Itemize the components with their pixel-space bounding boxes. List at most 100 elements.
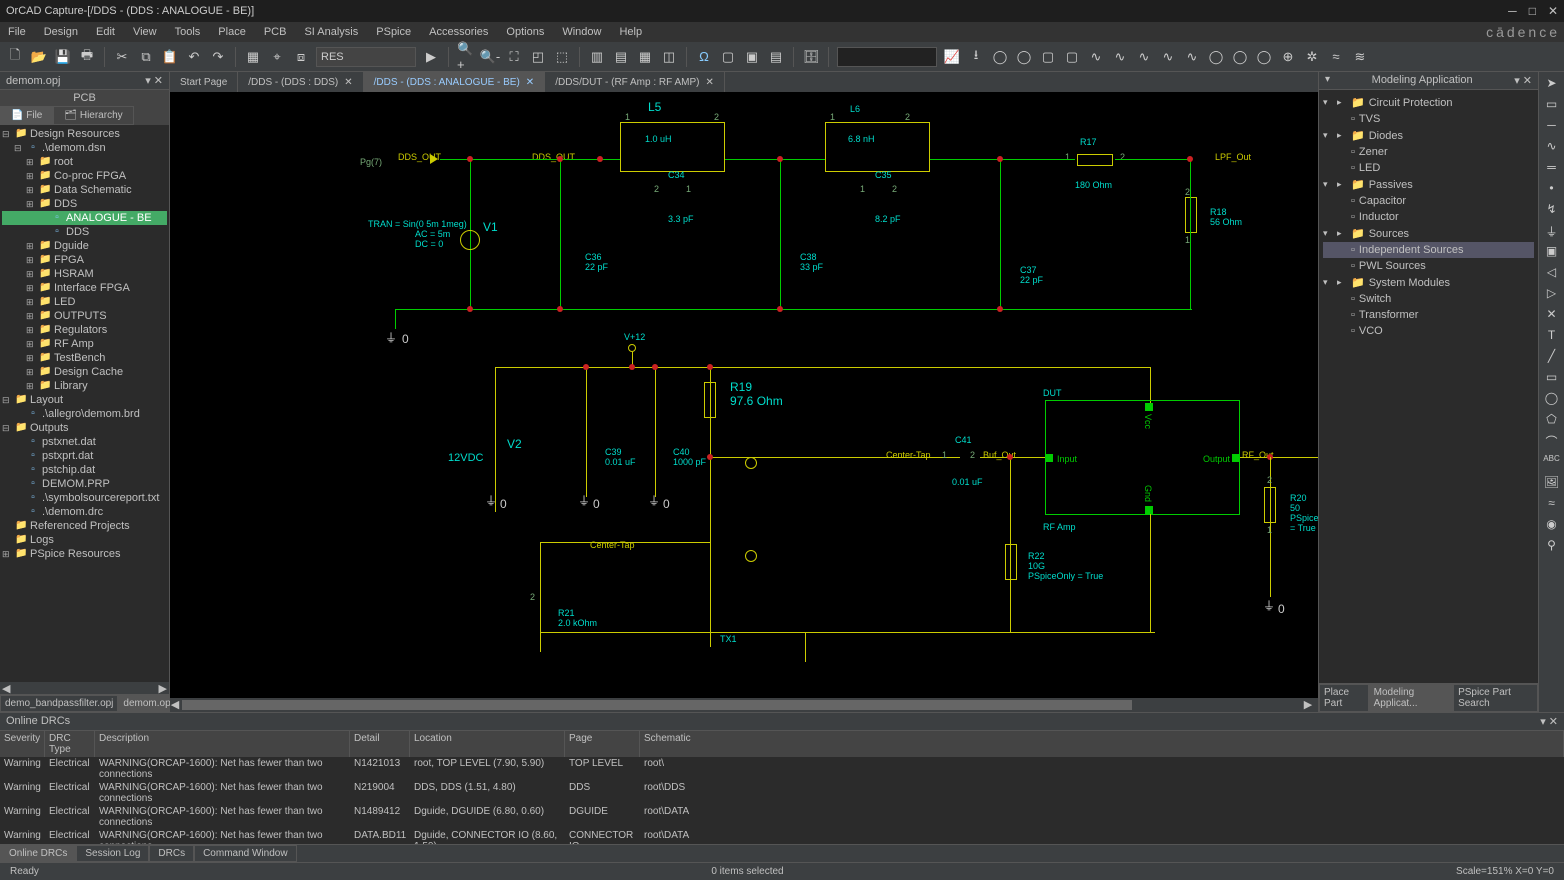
part-place-icon[interactable]: ▭ [1543, 97, 1561, 115]
tree-item[interactable]: ⊟▫.\demom.dsn [2, 141, 167, 155]
h-scrollbar[interactable]: ◀ ▶ ⇔ [170, 698, 1318, 712]
col-location[interactable]: Location [410, 731, 565, 757]
maximize-icon[interactable]: □ [1529, 4, 1536, 18]
bottom-tab[interactable]: Session Log [76, 845, 149, 862]
menu-place[interactable]: Place [214, 26, 250, 38]
tree-item[interactable]: ⊞📁Design Cache [2, 365, 167, 379]
doc1-icon[interactable]: ▢ [719, 48, 737, 66]
menu-file[interactable]: File [4, 26, 30, 38]
close-icon[interactable]: ✕ [1548, 4, 1558, 18]
pic-icon[interactable]: 🖼 [1543, 475, 1561, 493]
o1-icon[interactable]: ◯ [1207, 48, 1225, 66]
tree-item[interactable]: ⊞📁FPGA [2, 253, 167, 267]
menu-pspice[interactable]: PSpice [372, 26, 415, 38]
rp-drop-icon[interactable]: ▾ [1514, 75, 1520, 87]
tree-item[interactable]: ⊞📁Library [2, 379, 167, 393]
tree-item[interactable]: ⊟📁Design Resources [2, 127, 167, 141]
tab-close-icon[interactable]: ✕ [705, 77, 713, 88]
tree-item[interactable]: ⊞📁Regulators [2, 323, 167, 337]
paste-icon[interactable]: 📋 [161, 48, 179, 66]
rp-bottom-tab[interactable]: Modeling Applicat... [1369, 684, 1453, 712]
tree-item[interactable]: ⊞📁OUTPUTS [2, 309, 167, 323]
part-icon[interactable]: ⧈ [292, 48, 310, 66]
horseshoe-icon[interactable]: Ω [695, 48, 713, 66]
o3-icon[interactable]: ◯ [1255, 48, 1273, 66]
tree-item[interactable]: ⊞📁Data Schematic [2, 183, 167, 197]
schematic-canvas[interactable]: Pg(7) DDS_OUT DDS_OUT L5 1.0 uH 1 2 2 1 … [170, 92, 1318, 698]
gnd-icon[interactable]: ⏚ [1543, 223, 1561, 241]
line-icon[interactable]: ╱ [1543, 349, 1561, 367]
rp-category[interactable]: ▾▸📁System Modules [1323, 274, 1534, 291]
doc-tab[interactable]: /DDS - (DDS : ANALOGUE - BE)✕ [364, 72, 546, 92]
tree-item[interactable]: ▫DEMOM.PRP [2, 477, 167, 491]
abc-icon[interactable]: ABC [1543, 454, 1561, 472]
cut-icon[interactable]: ✂ [113, 48, 131, 66]
tree-item[interactable]: ⊞📁HSRAM [2, 267, 167, 281]
t1-icon[interactable]: ⊕ [1279, 48, 1297, 66]
rp-category[interactable]: ▾▸📁Passives [1323, 176, 1534, 193]
bus-icon[interactable]: ═ [1543, 160, 1561, 178]
modeling-tree[interactable]: ▾▸📁Circuit Protection▫TVS▾▸📁Diodes▫Zener… [1319, 90, 1538, 683]
col-page[interactable]: Page [565, 731, 640, 757]
tree-item[interactable]: ⊞📁Dguide [2, 239, 167, 253]
zoom-sel-icon[interactable]: ⬚ [553, 48, 571, 66]
project-tree[interactable]: ⊟📁Design Resources⊟▫.\demom.dsn⊞📁root⊞📁C… [0, 125, 169, 682]
col-type[interactable]: DRC Type [45, 731, 95, 757]
drc-close-icon[interactable]: ✕ [1549, 716, 1558, 728]
grid-icon[interactable]: ▦ [244, 48, 262, 66]
tree-item[interactable]: ▫pstchip.dat [2, 463, 167, 477]
drc-row[interactable]: WarningElectricalWARNING(ORCAP-1600): Ne… [0, 829, 1564, 844]
tree-item[interactable]: ⊟📁Layout [2, 393, 167, 407]
menu-si-analysis[interactable]: SI Analysis [300, 26, 362, 38]
grp1-icon[interactable]: ▥ [588, 48, 606, 66]
grp3-icon[interactable]: ▦ [636, 48, 654, 66]
file-tab[interactable]: 📄 File [0, 106, 53, 125]
pointer-icon[interactable]: ➤ [1543, 76, 1561, 94]
nc-icon[interactable]: ✕ [1543, 307, 1561, 325]
c4-icon[interactable]: ▢ [1063, 48, 1081, 66]
col-schematic[interactable]: Schematic [640, 731, 1564, 757]
junction-icon[interactable]: • [1543, 181, 1561, 199]
poly-icon[interactable]: ⬠ [1543, 412, 1561, 430]
arc-icon[interactable]: ⌒ [1543, 433, 1561, 451]
grp4-icon[interactable]: ◫ [660, 48, 678, 66]
bottom-tab[interactable]: Online DRCs [0, 845, 76, 862]
col-description[interactable]: Description [95, 731, 350, 757]
rp-category[interactable]: ▾▸📁Circuit Protection [1323, 94, 1534, 111]
doc3-icon[interactable]: ▤ [767, 48, 785, 66]
rp-item[interactable]: ▫TVS [1323, 111, 1534, 127]
doc-tab[interactable]: /DDS/DUT - (RF Amp : RF AMP)✕ [545, 72, 725, 92]
grp2-icon[interactable]: ▤ [612, 48, 630, 66]
menu-help[interactable]: Help [615, 26, 646, 38]
tree-item[interactable]: ⊞📁DDS [2, 197, 167, 211]
menu-window[interactable]: Window [558, 26, 605, 38]
zoom-in-icon[interactable]: 🔍+ [457, 48, 475, 66]
rp-item[interactable]: ▫Capacitor [1323, 193, 1534, 209]
project-foot-tab[interactable]: demo_bandpassfilter.opj [0, 695, 118, 712]
undo-icon[interactable]: ↶ [185, 48, 203, 66]
tree-item[interactable]: ⊞📁Co-proc FPGA [2, 169, 167, 183]
c2-icon[interactable]: ◯ [1015, 48, 1033, 66]
menu-edit[interactable]: Edit [92, 26, 119, 38]
part-dropdown[interactable]: RES [316, 47, 416, 67]
scroll-right-icon[interactable]: ▶ [159, 682, 167, 694]
rp-item[interactable]: ▫Independent Sources [1323, 242, 1534, 258]
scroll-left-icon[interactable]: ◀ [2, 682, 10, 694]
drc-row[interactable]: WarningElectricalWARNING(ORCAP-1600): Ne… [0, 757, 1564, 781]
db-icon[interactable]: 🗄 [802, 48, 820, 66]
menu-accessories[interactable]: Accessories [425, 26, 492, 38]
var-icon[interactable]: ≈ [1543, 496, 1561, 514]
col-severity[interactable]: Severity [0, 731, 45, 757]
menu-view[interactable]: View [129, 26, 161, 38]
wire-icon[interactable]: ─ [1543, 118, 1561, 136]
panel-close-icon[interactable]: ✕ [154, 75, 163, 87]
drc-row[interactable]: WarningElectricalWARNING(ORCAP-1600): Ne… [0, 805, 1564, 829]
tree-item[interactable]: 📁Referenced Projects [2, 519, 167, 533]
zoom-out-icon[interactable]: 🔍- [481, 48, 499, 66]
redo-icon[interactable]: ↷ [209, 48, 227, 66]
hier-icon[interactable]: ▣ [1543, 244, 1561, 262]
menu-options[interactable]: Options [502, 26, 548, 38]
rect-icon[interactable]: ▭ [1543, 370, 1561, 388]
probe-icon[interactable]: ⚲ [1543, 538, 1561, 556]
net-icon[interactable]: ∿ [1543, 139, 1561, 157]
